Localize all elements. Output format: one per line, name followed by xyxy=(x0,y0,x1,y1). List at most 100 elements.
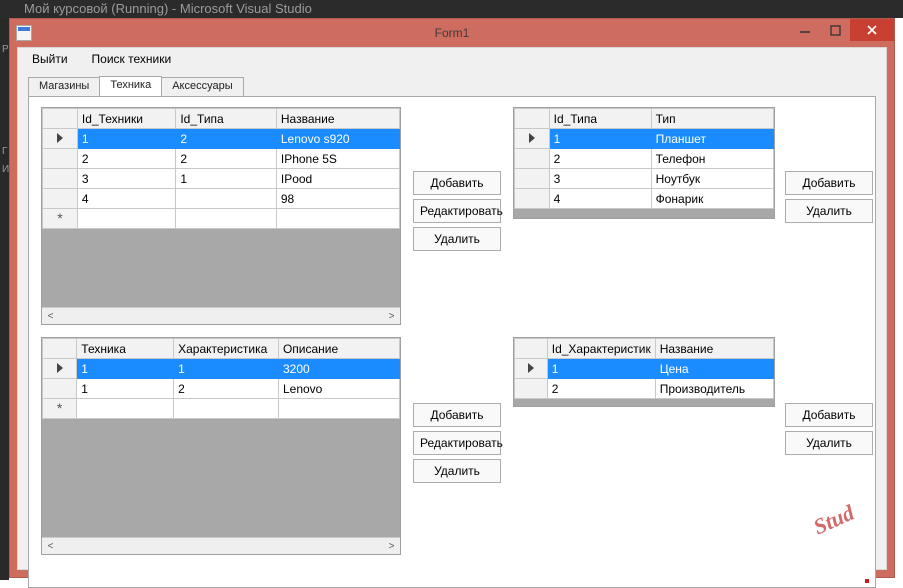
maximize-button[interactable] xyxy=(820,19,850,41)
close-button[interactable] xyxy=(850,19,894,41)
cell[interactable]: 1 xyxy=(77,359,174,379)
minimize-button[interactable] xyxy=(790,19,820,41)
table-row[interactable]: 22IPhone 5S xyxy=(43,149,400,169)
table-row[interactable]: 12Lenovo s920 xyxy=(43,129,400,149)
cell[interactable]: 3200 xyxy=(278,359,399,379)
tab-shops[interactable]: Магазины xyxy=(28,77,100,97)
cell[interactable] xyxy=(278,399,399,419)
cell[interactable]: Фонарик xyxy=(651,189,773,209)
table-row[interactable]: 1Планшет xyxy=(515,129,774,149)
row-header-corner[interactable] xyxy=(515,339,548,359)
column-header[interactable]: Тип xyxy=(651,109,773,129)
cell[interactable]: 1 xyxy=(176,169,277,189)
cell[interactable]: 3 xyxy=(77,169,175,189)
cell[interactable]: 2 xyxy=(176,149,277,169)
btn-char-add[interactable]: Добавить xyxy=(785,403,873,427)
tab-accessories[interactable]: Аксессуары xyxy=(161,77,243,97)
btn-type-add[interactable]: Добавить xyxy=(785,171,873,195)
column-header[interactable]: Характеристика xyxy=(174,339,279,359)
new-row[interactable]: * xyxy=(43,399,400,419)
cell[interactable]: 2 xyxy=(77,149,175,169)
cell[interactable] xyxy=(77,399,174,419)
cell[interactable]: IPood xyxy=(276,169,399,189)
cell[interactable]: 2 xyxy=(547,379,655,399)
row-header[interactable]: * xyxy=(43,399,77,419)
cell[interactable] xyxy=(276,209,399,229)
cell[interactable]: Планшет xyxy=(651,129,773,149)
table-row[interactable]: 2Телефон xyxy=(515,149,774,169)
row-header[interactable] xyxy=(515,169,550,189)
table-row[interactable]: 3Ноутбук xyxy=(515,169,774,189)
btn-type-delete[interactable]: Удалить xyxy=(785,199,873,223)
tab-tech[interactable]: Техника xyxy=(99,76,162,96)
scroll-right-icon[interactable]: > xyxy=(383,538,400,555)
table-row[interactable]: 4 98 xyxy=(43,189,400,209)
cell[interactable]: IPhone 5S xyxy=(276,149,399,169)
row-header[interactable] xyxy=(515,379,548,399)
menu-exit[interactable]: Выйти xyxy=(22,49,78,69)
cell[interactable]: 3 xyxy=(549,169,651,189)
scroll-left-icon[interactable]: < xyxy=(42,538,59,555)
column-header[interactable]: Название xyxy=(276,109,399,129)
horizontal-scrollbar[interactable]: <> xyxy=(42,537,400,554)
row-header[interactable] xyxy=(43,379,77,399)
row-header[interactable] xyxy=(515,359,548,379)
cell[interactable] xyxy=(174,399,279,419)
table-row[interactable]: 31IPood xyxy=(43,169,400,189)
cell[interactable] xyxy=(77,209,175,229)
grid-type[interactable]: Id_ТипаТип1Планшет2Телефон3Ноутбук4Фонар… xyxy=(513,107,775,219)
table-row[interactable]: 4Фонарик xyxy=(515,189,774,209)
cell[interactable]: Ноутбук xyxy=(651,169,773,189)
column-header[interactable]: Id_Типа xyxy=(176,109,277,129)
cell[interactable]: Lenovo xyxy=(278,379,399,399)
row-header-corner[interactable] xyxy=(43,339,77,359)
row-header-corner[interactable] xyxy=(515,109,550,129)
row-header[interactable] xyxy=(43,169,78,189)
row-header[interactable] xyxy=(43,189,78,209)
btn-tech-delete[interactable]: Удалить xyxy=(413,227,501,251)
column-header[interactable]: Id_Типа xyxy=(549,109,651,129)
column-header[interactable]: Описание xyxy=(278,339,399,359)
column-header[interactable]: Название xyxy=(655,339,773,359)
cell[interactable] xyxy=(176,189,277,209)
row-header[interactable]: * xyxy=(43,209,78,229)
title-bar[interactable]: Form1 xyxy=(10,19,894,47)
column-header[interactable]: Id_Характеристик xyxy=(547,339,655,359)
table-row[interactable]: 12Lenovo xyxy=(43,379,400,399)
table-row[interactable]: 1Цена xyxy=(515,359,774,379)
grid-tech-char[interactable]: ТехникаХарактеристикаОписание11320012Len… xyxy=(41,337,401,555)
cell[interactable]: Телефон xyxy=(651,149,773,169)
cell[interactable]: 4 xyxy=(549,189,651,209)
row-header[interactable] xyxy=(43,149,78,169)
scroll-left-icon[interactable]: < xyxy=(42,308,59,325)
cell[interactable]: 1 xyxy=(174,359,279,379)
column-header[interactable]: Техника xyxy=(77,339,174,359)
cell[interactable] xyxy=(176,209,277,229)
cell[interactable]: Lenovo s920 xyxy=(276,129,399,149)
row-header[interactable] xyxy=(43,359,77,379)
menu-search-tech[interactable]: Поиск техники xyxy=(82,49,182,69)
btn-tc-add[interactable]: Добавить xyxy=(413,403,501,427)
cell[interactable]: Производитель xyxy=(655,379,773,399)
row-header[interactable] xyxy=(515,149,550,169)
new-row[interactable]: * xyxy=(43,209,400,229)
column-header[interactable]: Id_Техники xyxy=(77,109,175,129)
scroll-right-icon[interactable]: > xyxy=(383,308,400,325)
cell[interactable]: 1 xyxy=(549,129,651,149)
btn-tc-edit[interactable]: Редактировать xyxy=(413,431,501,455)
table-row[interactable]: 113200 xyxy=(43,359,400,379)
btn-tech-edit[interactable]: Редактировать xyxy=(413,199,501,223)
cell[interactable]: 2 xyxy=(549,149,651,169)
cell[interactable]: 98 xyxy=(276,189,399,209)
row-header[interactable] xyxy=(43,129,78,149)
cell[interactable]: 1 xyxy=(77,129,175,149)
cell[interactable]: 4 xyxy=(77,189,175,209)
row-header[interactable] xyxy=(515,189,550,209)
row-header[interactable] xyxy=(515,129,550,149)
cell[interactable]: 1 xyxy=(547,359,655,379)
cell[interactable]: Цена xyxy=(655,359,773,379)
row-header-corner[interactable] xyxy=(43,109,78,129)
grid-technique[interactable]: Id_ТехникиId_ТипаНазвание12Lenovo s92022… xyxy=(41,107,401,325)
btn-tc-delete[interactable]: Удалить xyxy=(413,459,501,483)
btn-char-delete[interactable]: Удалить xyxy=(785,431,873,455)
